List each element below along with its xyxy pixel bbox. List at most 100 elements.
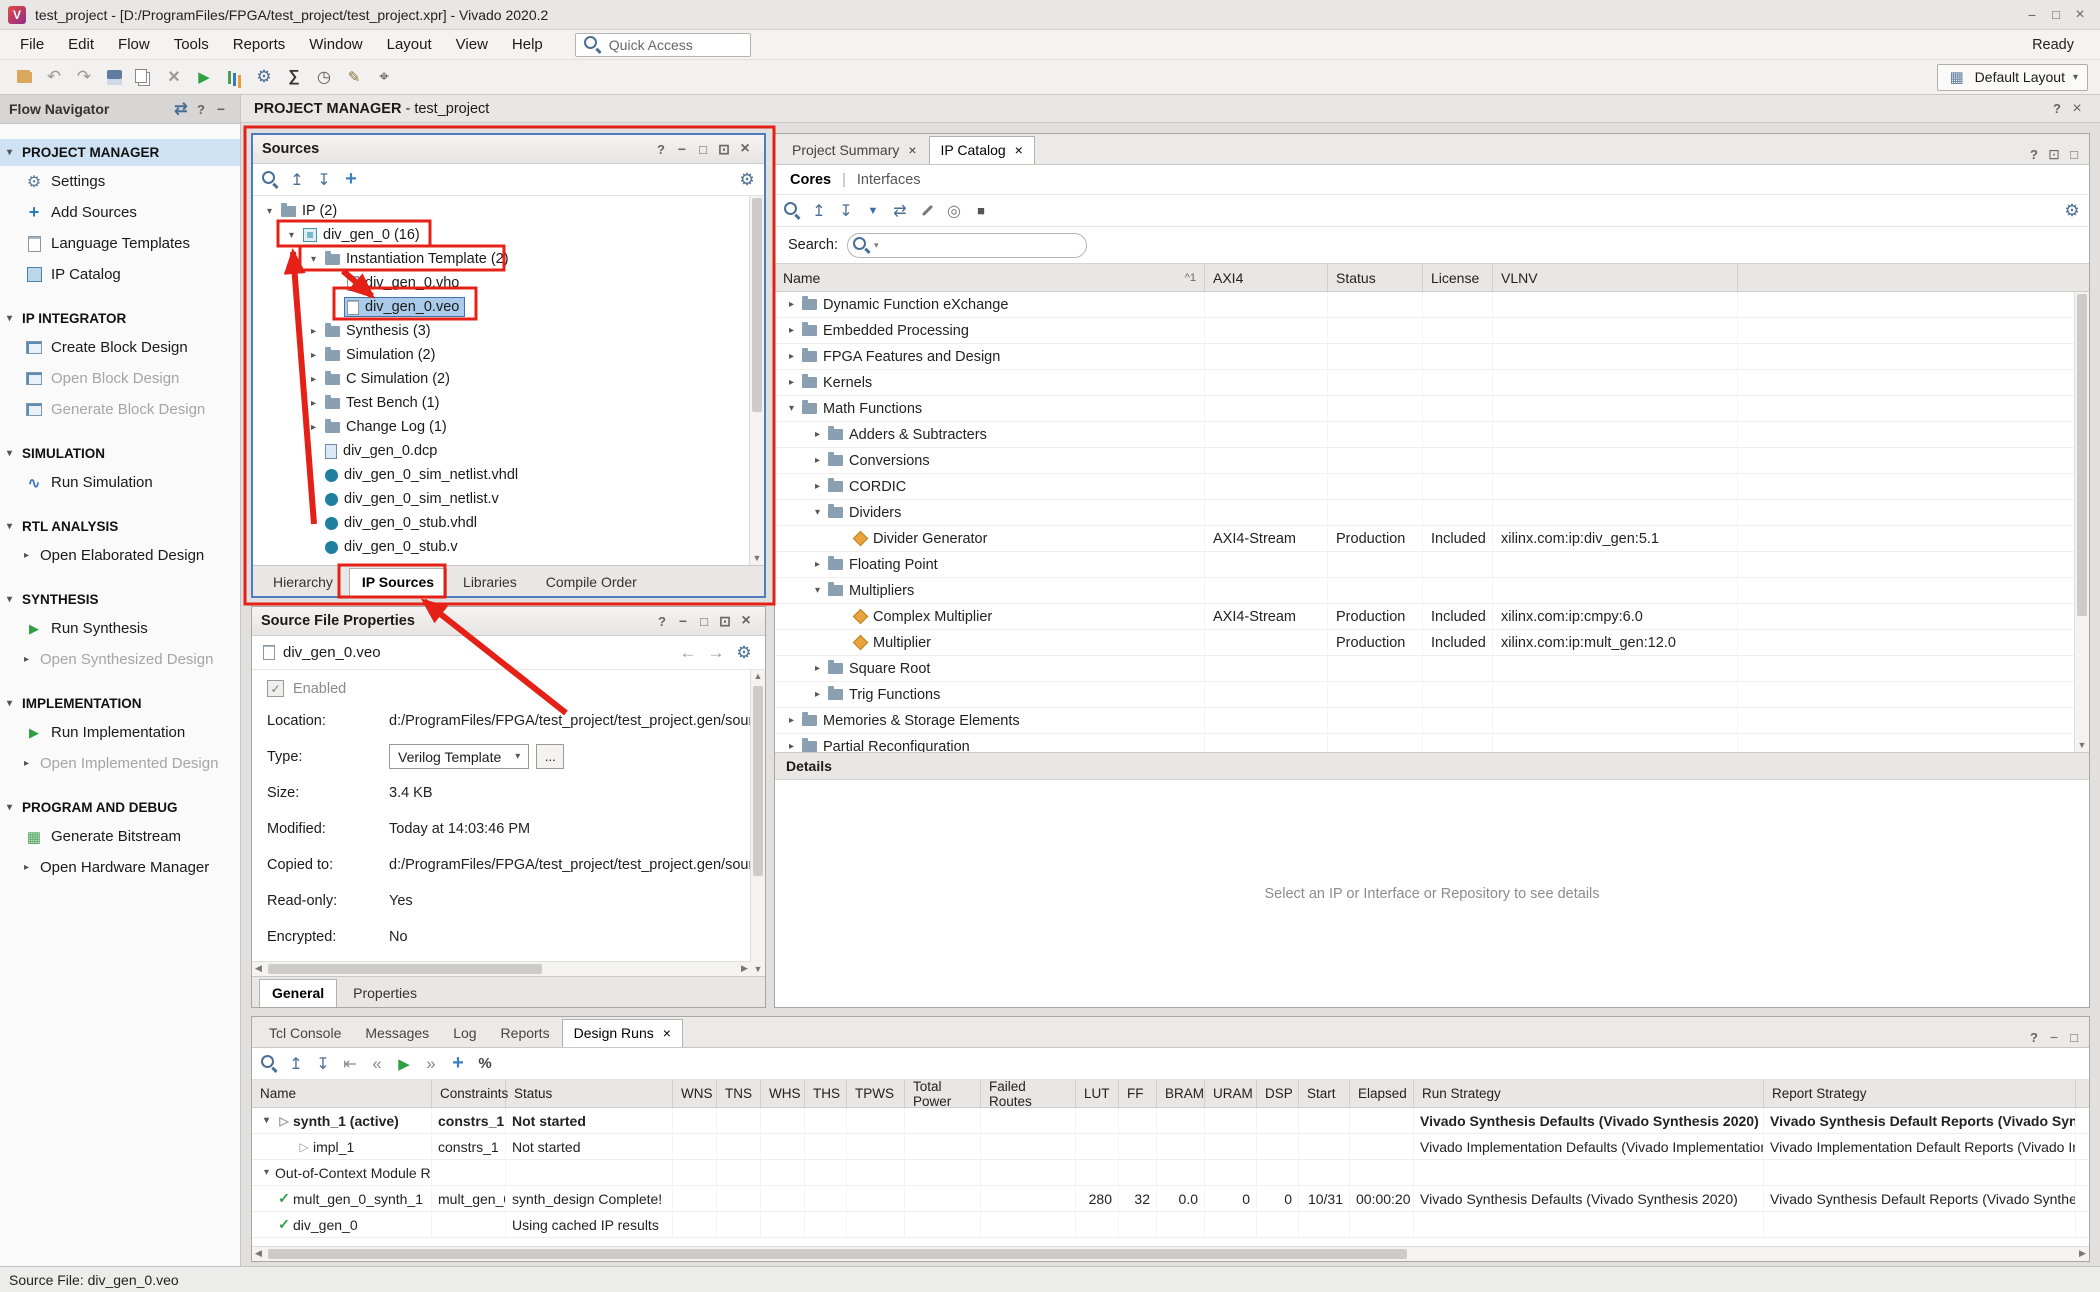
menu-help[interactable]: Help — [500, 32, 555, 57]
column-header-status[interactable]: Status — [1328, 264, 1423, 291]
help-icon[interactable] — [2024, 144, 2044, 164]
tree-item-div-gen-0-16[interactable]: ▾div_gen_0 (16) — [253, 223, 764, 247]
chevron-down-icon[interactable]: ▾ — [258, 1115, 275, 1126]
timer-icon[interactable] — [312, 65, 336, 89]
close-icon[interactable] — [735, 139, 755, 159]
chevron-right-icon[interactable]: ▸ — [809, 689, 826, 700]
add-run-icon[interactable] — [448, 1054, 468, 1074]
tree-item-div-gen-0-dcp[interactable]: div_gen_0.dcp — [253, 439, 764, 463]
tree-item-synthesis-3[interactable]: ▸Synthesis (3) — [253, 319, 764, 343]
menu-file[interactable]: File — [8, 32, 56, 57]
edit-icon[interactable] — [342, 65, 366, 89]
chevron-right-icon[interactable]: ▸ — [809, 429, 826, 440]
chevron-right-icon[interactable]: ▸ — [783, 715, 800, 726]
copy-icon[interactable] — [132, 65, 156, 89]
ip-row-embedded-processing[interactable]: ▸Embedded Processing — [775, 318, 2089, 344]
swap-icon[interactable] — [890, 201, 910, 221]
chevron-right-icon[interactable]: ▸ — [809, 663, 826, 674]
delete-icon[interactable] — [162, 65, 186, 89]
sum-icon[interactable] — [282, 65, 306, 89]
close-tab-icon[interactable]: × — [908, 142, 916, 158]
ip-row-fpga-features-and-design[interactable]: ▸FPGA Features and Design — [775, 344, 2089, 370]
tree-item-instantiation-template-2[interactable]: ▾Instantiation Template (2) — [253, 247, 764, 271]
percent-icon[interactable] — [475, 1054, 495, 1074]
tab-properties[interactable]: Properties — [340, 979, 430, 1007]
window-close-button[interactable] — [2068, 3, 2092, 27]
tree-item-simulation-2[interactable]: ▸Simulation (2) — [253, 343, 764, 367]
ip-search-box[interactable]: ▾ — [847, 233, 1087, 258]
more-button[interactable]: ... — [536, 744, 564, 769]
menu-window[interactable]: Window — [297, 32, 374, 57]
chevron-down-icon[interactable]: ▾ — [7, 698, 22, 709]
collapse-all-icon[interactable] — [809, 201, 829, 221]
tree-item-change-log-1[interactable]: ▸Change Log (1) — [253, 415, 764, 439]
ip-search-input[interactable] — [881, 236, 1082, 254]
scroll-down-icon[interactable]: ▼ — [2075, 739, 2089, 752]
run-column-whs[interactable]: WHS — [761, 1080, 805, 1107]
ip-row-math-functions[interactable]: ▾Math Functions — [775, 396, 2089, 422]
minimize-icon[interactable] — [2044, 1027, 2064, 1047]
tree-item-div-gen-0-veo[interactable]: div_gen_0.veo — [253, 295, 764, 319]
tab-hierarchy[interactable]: Hierarchy — [260, 568, 346, 596]
ip-row-divider-generator[interactable]: Divider GeneratorAXI4-StreamProductionIn… — [775, 526, 2089, 552]
maximize-icon[interactable] — [2064, 1027, 2084, 1047]
ip-row-conversions[interactable]: ▸Conversions — [775, 448, 2089, 474]
flow-navigator-settings-icon[interactable] — [171, 99, 191, 119]
run-column-lut[interactable]: LUT — [1076, 1080, 1119, 1107]
sidebar-item-generate-bitstream[interactable]: Generate Bitstream — [0, 821, 240, 852]
collapse-all-icon[interactable] — [286, 1054, 306, 1074]
minimize-icon[interactable] — [211, 99, 231, 119]
ip-row-trig-functions[interactable]: ▸Trig Functions — [775, 682, 2089, 708]
properties-scrollbar[interactable]: ▲ ▼ — [750, 670, 765, 976]
sidebar-item-open-hardware-manager[interactable]: ▸Open Hardware Manager — [0, 852, 240, 883]
column-header-axi4[interactable]: AXI4 — [1205, 264, 1328, 291]
chevron-down-icon[interactable]: ▾ — [7, 802, 22, 813]
ip-row-partial-reconfiguration[interactable]: ▸Partial Reconfiguration — [775, 734, 2089, 752]
open-folder-icon[interactable] — [12, 65, 36, 89]
tree-item-div-gen-0-stub-v[interactable]: div_gen_0_stub.v — [253, 535, 764, 559]
chevron-down-icon[interactable]: ▾ — [783, 403, 800, 414]
scroll-right-icon[interactable]: ▶ — [2076, 1247, 2089, 1260]
run-row-div-gen-0[interactable]: ✓div_gen_0Using cached IP results — [252, 1212, 2089, 1238]
tab-messages[interactable]: Messages — [353, 1019, 441, 1047]
sidebar-item-run-synthesis[interactable]: Run Synthesis — [0, 613, 240, 644]
chevron-right-icon[interactable]: ▸ — [809, 481, 826, 492]
sidebar-section-header-rtl-analysis[interactable]: ▾RTL ANALYSIS — [0, 513, 240, 540]
gear-icon[interactable] — [2062, 201, 2082, 221]
menu-view[interactable]: View — [444, 32, 500, 57]
run-column-bram[interactable]: BRAM — [1157, 1080, 1205, 1107]
ip-row-multipliers[interactable]: ▾Multipliers — [775, 578, 2089, 604]
ip-row-kernels[interactable]: ▸Kernels — [775, 370, 2089, 396]
chevron-right-icon[interactable]: ▸ — [305, 398, 322, 409]
run-column-constraints[interactable]: Constraints — [432, 1080, 506, 1107]
chevron-down-icon[interactable]: ▾ — [809, 585, 826, 596]
sidebar-section-header-simulation[interactable]: ▾SIMULATION — [0, 440, 240, 467]
step-back-icon[interactable] — [367, 1054, 387, 1074]
menu-tools[interactable]: Tools — [162, 32, 221, 57]
sidebar-item-generate-block-design[interactable]: Generate Block Design — [0, 394, 240, 425]
help-icon[interactable] — [652, 611, 672, 631]
column-header-name[interactable]: Name^1 — [775, 264, 1205, 291]
type-combobox[interactable]: Verilog Template▾ — [389, 744, 529, 769]
run-icon[interactable] — [394, 1054, 414, 1074]
run-icon[interactable] — [192, 65, 216, 89]
sidebar-item-add-sources[interactable]: Add Sources — [0, 197, 240, 228]
scroll-left-icon[interactable]: ◀ — [252, 1247, 265, 1260]
help-icon[interactable] — [651, 139, 671, 159]
menu-edit[interactable]: Edit — [56, 32, 106, 57]
search-icon[interactable] — [260, 170, 280, 190]
help-icon[interactable] — [2024, 1027, 2044, 1047]
tab-design-runs[interactable]: Design Runs× — [562, 1019, 683, 1047]
chevron-down-icon[interactable]: ▾ — [809, 507, 826, 518]
details-icon[interactable] — [971, 201, 991, 221]
float-icon[interactable] — [2044, 144, 2064, 164]
chevron-right-icon[interactable]: ▸ — [783, 299, 800, 310]
scroll-up-icon[interactable]: ▲ — [751, 670, 765, 683]
sidebar-item-open-implemented-design[interactable]: ▸Open Implemented Design — [0, 748, 240, 779]
chevron-down-icon[interactable]: ▾ — [258, 1167, 275, 1178]
help-icon[interactable] — [2047, 99, 2067, 119]
search-icon[interactable] — [782, 201, 802, 221]
run-column-wns[interactable]: WNS — [673, 1080, 717, 1107]
chevron-down-icon[interactable]: ▾ — [7, 147, 22, 158]
column-header-license[interactable]: License — [1423, 264, 1493, 291]
